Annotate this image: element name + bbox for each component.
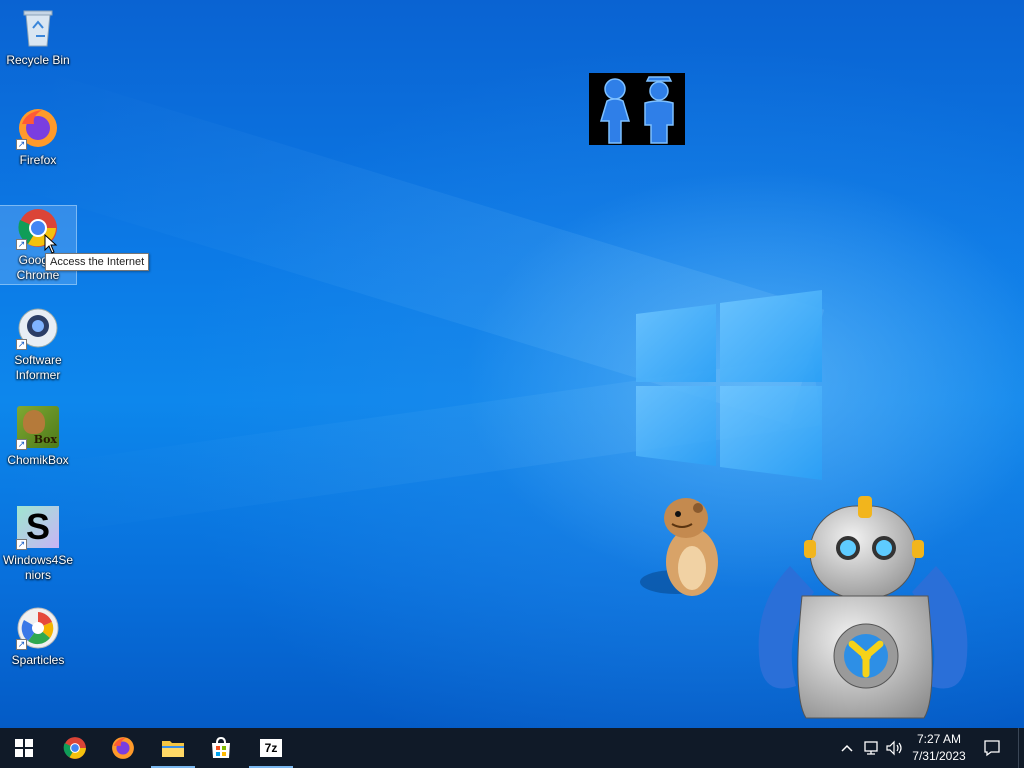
mouse-cursor-icon bbox=[44, 234, 58, 254]
icon-label: Sparticles bbox=[11, 653, 65, 667]
robot-mascot[interactable] bbox=[752, 496, 974, 724]
icon-label: Windows4Seniors bbox=[2, 553, 74, 582]
tooltip: Access the Internet bbox=[45, 253, 150, 271]
system-clock[interactable]: 7:27 AM 7/31/2023 bbox=[906, 731, 972, 765]
volume-button[interactable] bbox=[884, 728, 906, 768]
desktop-icon-recycle-bin[interactable]: Recycle Bin bbox=[0, 6, 76, 68]
desktop-icon-windows4seniors[interactable]: S ↗ Windows4Seniors bbox=[0, 506, 76, 583]
parental-widget[interactable] bbox=[589, 73, 685, 145]
chomikbox-badge: Box bbox=[33, 433, 57, 446]
shortcut-arrow-icon: ↗ bbox=[16, 339, 27, 350]
shortcut-arrow-icon: ↗ bbox=[16, 539, 27, 550]
shortcut-arrow-icon: ↗ bbox=[16, 439, 27, 450]
notification-icon bbox=[984, 740, 1000, 757]
network-icon bbox=[864, 741, 878, 755]
folder-icon bbox=[162, 741, 184, 757]
7zip-icon: 7z bbox=[260, 739, 282, 757]
show-desktop-button[interactable] bbox=[1018, 728, 1024, 768]
speaker-icon bbox=[886, 740, 902, 756]
hamster-desktop-pet[interactable] bbox=[638, 496, 728, 600]
start-button[interactable] bbox=[0, 728, 48, 768]
firefox-icon bbox=[112, 737, 134, 759]
action-center-button[interactable] bbox=[978, 728, 1006, 768]
windows-logo-icon bbox=[15, 739, 33, 757]
icon-label: Firefox bbox=[19, 153, 57, 167]
windows-logo-wallpaper bbox=[636, 290, 822, 480]
shortcut-arrow-icon: ↗ bbox=[16, 239, 27, 250]
chevron-up-icon bbox=[841, 744, 853, 752]
people-icon bbox=[599, 76, 674, 144]
taskbar-file-explorer[interactable] bbox=[149, 728, 197, 768]
desktop-icon-sparticles[interactable]: ↗ Sparticles bbox=[0, 606, 76, 668]
shortcut-arrow-icon: ↗ bbox=[16, 639, 27, 650]
taskbar: 7z 7:27 AM 7/31/2023 bbox=[0, 728, 1024, 768]
chrome-icon bbox=[63, 737, 86, 759]
taskbar-7zip[interactable]: 7z bbox=[247, 728, 295, 768]
shortcut-arrow-icon: ↗ bbox=[16, 139, 27, 150]
clock-time: 7:27 AM bbox=[916, 732, 962, 746]
w4s-letter: S bbox=[25, 506, 50, 547]
icon-label: Recycle Bin bbox=[6, 53, 70, 67]
tray-overflow-button[interactable] bbox=[838, 728, 856, 768]
taskbar-microsoft-store[interactable] bbox=[197, 728, 245, 768]
network-button[interactable] bbox=[860, 728, 882, 768]
desktop-icon-chomikbox[interactable]: Box ↗ ChomikBox bbox=[0, 406, 76, 468]
desktop-icon-google-chrome[interactable]: ↗ Google Chrome bbox=[0, 205, 77, 285]
desktop[interactable]: Recycle Bin ↗ Firefox ↗ Google Chrome ↗ … bbox=[0, 0, 1024, 728]
icon-label: ChomikBox bbox=[7, 453, 69, 467]
desktop-icon-software-informer[interactable]: ↗ Software Informer bbox=[0, 306, 76, 383]
clock-date: 7/31/2023 bbox=[912, 749, 966, 763]
recycle-bin-icon bbox=[23, 10, 53, 47]
taskbar-chrome[interactable] bbox=[51, 728, 99, 768]
store-icon bbox=[212, 736, 230, 758]
desktop-icon-firefox[interactable]: ↗ Firefox bbox=[0, 106, 76, 168]
icon-label: Software Informer bbox=[14, 353, 62, 382]
7zip-label: 7z bbox=[264, 741, 278, 755]
taskbar-firefox[interactable] bbox=[99, 728, 147, 768]
